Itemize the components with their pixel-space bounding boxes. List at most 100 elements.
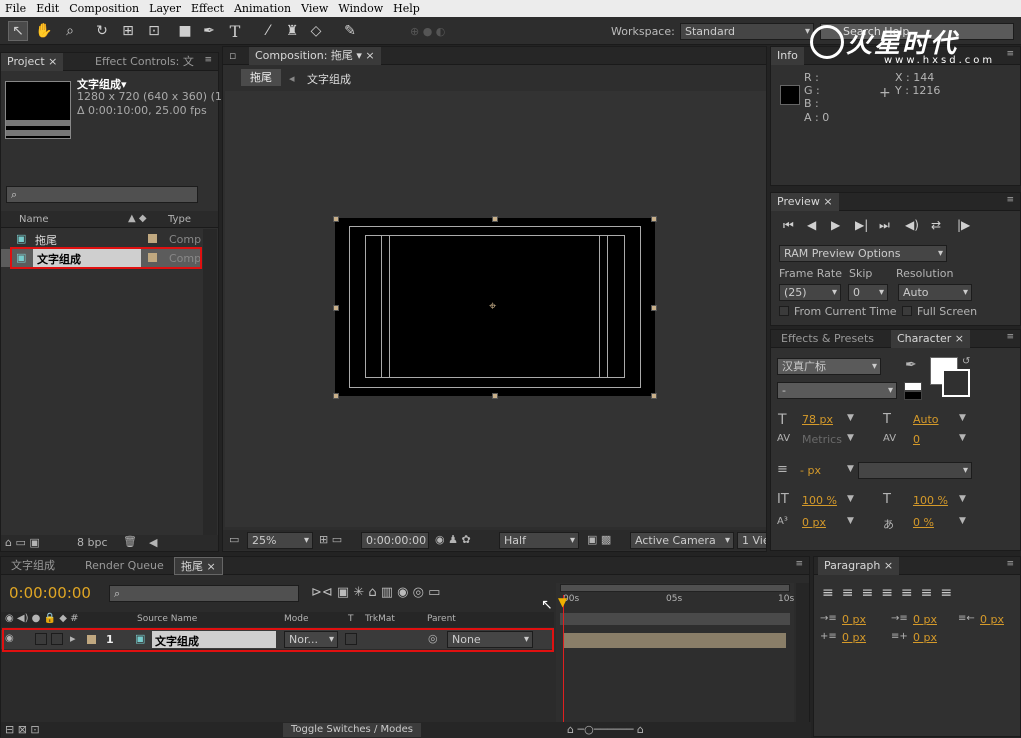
safe-zones-icon[interactable]: ⊞ ▭ (319, 533, 342, 546)
project-scrollbar[interactable] (203, 229, 217, 535)
font-style-select[interactable]: - (777, 382, 897, 399)
vertical-scale-value[interactable]: 100 % (802, 494, 837, 507)
brush-tool-icon[interactable]: ⁄ (258, 21, 278, 41)
kerning-value[interactable]: Metrics (802, 433, 842, 446)
menu-help[interactable]: Help (388, 2, 425, 15)
first-frame-icon[interactable]: ⏮ (783, 218, 794, 233)
panel-menu-icon[interactable]: ≡ (204, 55, 212, 65)
dropdown-arrow-icon[interactable]: ▼ (847, 413, 854, 423)
tracking-value[interactable]: 0 (913, 433, 920, 446)
handle-tc[interactable] (492, 216, 498, 222)
dropdown-arrow-icon[interactable]: ▼ (847, 433, 854, 443)
tab-project[interactable]: Project × (1, 53, 64, 71)
col-trkmat[interactable]: TrkMat (365, 614, 395, 624)
handle-tl[interactable] (333, 216, 339, 222)
panel-menu-icon[interactable]: ≡ (1006, 195, 1014, 205)
breadcrumb-parent[interactable]: 拖尾 (241, 69, 281, 86)
tab-character[interactable]: Character × (891, 330, 971, 348)
tab-composition[interactable]: Composition: 拖尾 ▾ × (249, 47, 381, 65)
black-swatch[interactable] (904, 391, 922, 400)
project-search-input[interactable]: ⌕ (6, 186, 198, 203)
col-mode[interactable]: Mode (284, 614, 309, 624)
leading-value[interactable]: Auto (913, 413, 939, 426)
camera-select[interactable]: Active Camera (630, 532, 734, 549)
eraser-tool-icon[interactable]: ◇ (306, 21, 326, 41)
font-size-value[interactable]: 78 px (802, 413, 833, 426)
hand-tool-icon[interactable]: ✋ (34, 21, 54, 41)
handle-bl[interactable] (333, 393, 339, 399)
interpret-footage-icon[interactable]: ⌂ ▭ ▣ (5, 536, 40, 549)
horizontal-scale-value[interactable]: 100 % (913, 494, 948, 507)
baseline-shift-value[interactable]: 0 px (802, 516, 826, 529)
stroke-color[interactable] (942, 369, 970, 397)
white-swatch[interactable] (904, 382, 922, 391)
toggle-switches-button[interactable]: Toggle Switches / Modes (283, 723, 421, 737)
bpc-label[interactable]: 8 bpc (77, 536, 108, 549)
rotate-tool-icon[interactable]: ↻ (92, 21, 112, 41)
menu-edit[interactable]: Edit (31, 2, 64, 15)
work-area-range[interactable] (560, 613, 790, 625)
col-source-name[interactable]: Source Name (137, 614, 197, 624)
tsume-value[interactable]: 0 % (913, 516, 934, 529)
ram-preview-options[interactable]: RAM Preview Options (779, 245, 947, 262)
swap-colors-icon[interactable]: ↺ (962, 356, 970, 367)
audio-icon[interactable]: ◀) (905, 218, 919, 232)
snapshot-icon[interactable]: ◉ ♟ ✿ (435, 533, 471, 546)
resolution-select-preview[interactable]: Auto (898, 284, 972, 301)
alignment-buttons[interactable]: ≡≡≡≡≡≡≡ (822, 585, 960, 601)
timeline-search-input[interactable]: ⌕ (109, 585, 299, 602)
dropdown-arrow-icon[interactable]: ▼ (959, 413, 966, 423)
col-name[interactable]: Name (19, 214, 49, 225)
handle-mr[interactable] (651, 305, 657, 311)
view-select[interactable]: 1 Vie (737, 532, 767, 549)
comp-timecode[interactable]: 0:00:00:00 (361, 532, 429, 549)
trash-icon[interactable]: 🗑 (123, 535, 137, 548)
zoom-tool-icon[interactable]: ⌕ (60, 21, 80, 41)
timeline-switches-icons[interactable]: ⊳⊲ ▣ ✳ ⌂ ▥ ◉ ◎ ▭ (311, 585, 440, 600)
camera-tool-icon[interactable]: ⊞ (118, 21, 138, 41)
menu-animation[interactable]: Animation (229, 2, 296, 15)
stroke-width-value[interactable]: - px (800, 464, 821, 477)
handle-bc[interactable] (492, 393, 498, 399)
zoom-slider-icon[interactable]: ⌂ ─○────── ⌂ (567, 723, 644, 736)
loop-icon[interactable]: ⇄ (931, 218, 941, 232)
ram-preview-icon[interactable]: |▶ (957, 218, 970, 232)
always-preview-icon[interactable]: ▭ (229, 533, 239, 546)
tab-effects-presets[interactable]: Effects & Presets (775, 330, 880, 348)
playhead-icon[interactable]: ▼ (558, 595, 567, 609)
indent-right-value[interactable]: 0 px (980, 613, 1004, 626)
col-type[interactable]: Type (168, 214, 191, 225)
tab-effect-controls[interactable]: Effect Controls: 文 (89, 53, 200, 71)
play-icon[interactable]: ▶ (831, 218, 840, 232)
time-ruler-area[interactable]: 00s 05s 10s ▼ (556, 583, 794, 723)
layer-duration-bar[interactable] (564, 633, 786, 648)
last-frame-icon[interactable]: ⏭ (879, 218, 890, 233)
zoom-select[interactable]: 25% (247, 532, 313, 549)
dropdown-arrow-icon[interactable]: ▼ (959, 433, 966, 443)
space-before-value[interactable]: 0 px (842, 631, 866, 644)
handle-ml[interactable] (333, 305, 339, 311)
dropdown-arrow-icon[interactable]: ▼ (959, 516, 966, 526)
shape-tool-icon[interactable]: ■ (175, 21, 195, 41)
menu-composition[interactable]: Composition (64, 2, 144, 15)
tab-timeline-comp[interactable]: 文字组成 (5, 557, 61, 575)
type-tool-icon[interactable]: T (225, 21, 245, 41)
menu-effect[interactable]: Effect (186, 2, 229, 15)
breadcrumb-current[interactable]: 文字组成 (307, 71, 351, 87)
tab-paragraph[interactable]: Paragraph × (818, 557, 900, 575)
indent-left-value[interactable]: 0 px (842, 613, 866, 626)
menu-layer[interactable]: Layer (144, 2, 186, 15)
anchor-point-icon[interactable]: ⌖ (489, 299, 496, 314)
scroll-left-icon[interactable]: ◀ (149, 536, 157, 549)
panel-menu-icon[interactable]: ≡ (795, 559, 803, 569)
stroke-style-select[interactable] (858, 462, 972, 479)
pen-tool-icon[interactable]: ✒ (199, 21, 219, 41)
tab-timeline-active[interactable]: 拖尾 × (174, 557, 223, 575)
comp-viewer[interactable]: ⌖ (225, 91, 766, 527)
handle-br[interactable] (651, 393, 657, 399)
region-of-interest-icon[interactable]: ▣ ▩ (587, 533, 611, 546)
puppet-tool-icon[interactable]: ✎ (340, 21, 360, 41)
dropdown-arrow-icon[interactable]: ▼ (847, 516, 854, 526)
dropdown-arrow-icon[interactable]: ▼ (847, 494, 854, 504)
menu-file[interactable]: File (0, 2, 31, 15)
